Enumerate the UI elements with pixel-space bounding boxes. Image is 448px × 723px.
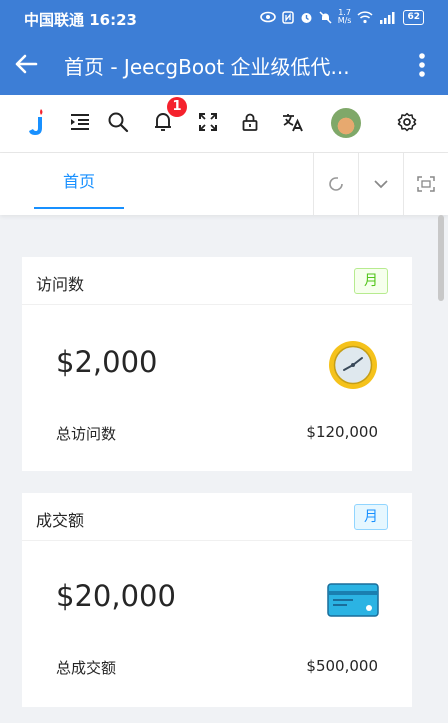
refresh-icon xyxy=(329,177,343,191)
menu-fold-icon xyxy=(71,114,89,130)
notification-badge: 1 xyxy=(167,97,187,117)
app-bar: 首页 - JeecgBoot 企业级低代... xyxy=(0,34,448,95)
chevron-down-icon xyxy=(374,180,388,189)
speed-unit: M/s xyxy=(337,16,352,25)
avatar[interactable] xyxy=(331,108,361,138)
fullscreen-button[interactable] xyxy=(195,109,221,135)
tab-home[interactable]: 首页 xyxy=(34,153,124,209)
status-carrier-time: 中国联通 16:23 xyxy=(24,9,137,30)
status-icons: 1.7 M/s 62 xyxy=(259,9,424,25)
app-header: 中国联通 16:23 1.7 M/s 62 首页 - JeecgBoot 企业级… xyxy=(0,0,448,95)
lock-screen-button[interactable] xyxy=(237,109,263,135)
status-bar: 中国联通 16:23 1.7 M/s 62 xyxy=(0,0,448,34)
app-bar-title: 首页 - JeecgBoot 企业级低代... xyxy=(64,55,350,79)
fullscreen-icon xyxy=(199,113,217,131)
card-footer-value: $500,000 xyxy=(306,657,378,675)
logo xyxy=(26,109,52,135)
back-arrow-icon[interactable] xyxy=(12,50,40,78)
jeecg-logo-icon xyxy=(29,109,43,135)
search-button[interactable] xyxy=(105,109,131,135)
card-header: 成交额 月 xyxy=(22,493,412,541)
signal-icon xyxy=(380,11,395,24)
tab-bar: 首页 xyxy=(0,153,448,215)
card-header: 访问数 月 xyxy=(22,257,412,305)
gear-icon xyxy=(397,112,417,132)
settings-button[interactable] xyxy=(394,109,420,135)
visits-card: 访问数 月 $2,000 总访问数 $120,000 xyxy=(22,257,412,471)
card-footer-label: 总访问数 xyxy=(56,425,117,443)
nfc-icon xyxy=(281,10,294,24)
tab-refresh-button[interactable] xyxy=(313,153,358,215)
card-footer-value: $120,000 xyxy=(306,423,378,441)
tab-maximize-button[interactable] xyxy=(403,153,448,215)
card-title: 访问数 xyxy=(36,275,85,294)
dashboard-content: 访问数 月 $2,000 总访问数 $120,000 成交额 月 $20,000… xyxy=(0,215,448,723)
translate-icon xyxy=(283,114,303,132)
language-button[interactable] xyxy=(280,109,306,135)
carrier-name: 中国联通 xyxy=(24,11,85,29)
battery-indicator: 62 xyxy=(403,9,424,25)
mute-icon xyxy=(319,10,332,24)
period-tag: 月 xyxy=(354,268,388,294)
wifi-icon xyxy=(357,10,373,23)
alarm-icon xyxy=(301,12,312,23)
lock-icon xyxy=(242,113,258,131)
search-icon xyxy=(108,112,129,133)
clock-icon xyxy=(329,341,377,389)
menu-fold-button[interactable] xyxy=(67,109,93,135)
credit-card-icon xyxy=(327,583,379,617)
header-toolbar xyxy=(0,95,448,153)
clock-time: 16:23 xyxy=(89,11,137,29)
maximize-icon xyxy=(417,176,435,192)
card-footer-label: 总成交额 xyxy=(56,659,117,677)
more-vert-icon[interactable] xyxy=(418,52,426,78)
scrollbar[interactable] xyxy=(438,215,444,301)
deals-card: 成交额 月 $20,000 总成交额 $500,000 xyxy=(22,493,412,707)
eye-icon xyxy=(259,11,276,23)
card-value: $2,000 xyxy=(56,345,158,379)
tab-dropdown-button[interactable] xyxy=(358,153,403,215)
card-title: 成交额 xyxy=(36,511,85,530)
card-value: $20,000 xyxy=(56,579,176,613)
network-speed: 1.7 M/s xyxy=(338,9,352,25)
period-tag: 月 xyxy=(354,504,388,530)
